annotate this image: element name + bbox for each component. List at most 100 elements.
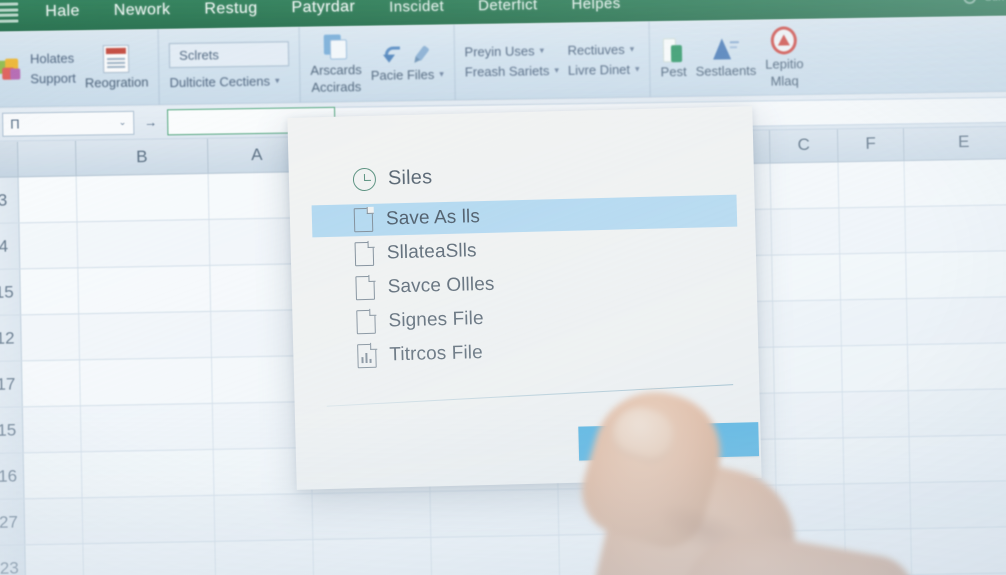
freash-sariets-dropdown[interactable]: Freash Sariets ▾ — [465, 63, 559, 79]
account-avatar-icon — [963, 0, 977, 5]
column-header-f[interactable]: F — [837, 125, 905, 162]
cell[interactable] — [431, 535, 561, 575]
cell[interactable] — [18, 176, 78, 223]
cell[interactable] — [841, 345, 909, 392]
ribbon: Hale Nework Restug Patyrdar Inscidet Det… — [0, 0, 1006, 108]
row-header[interactable]: 23 — [0, 545, 27, 575]
cell[interactable] — [771, 208, 841, 255]
cell[interactable] — [906, 250, 1006, 299]
blue-a-icon — [712, 37, 739, 61]
tab-patyrdar[interactable]: Patyrdar — [274, 0, 372, 17]
cell[interactable] — [908, 388, 1006, 437]
tab-helpes[interactable]: Helpes — [554, 0, 637, 13]
tab-nework[interactable]: Nework — [97, 1, 188, 20]
cell[interactable] — [76, 173, 210, 222]
row-header[interactable]: 4 — [0, 223, 21, 269]
row-header[interactable]: 16 — [0, 453, 25, 499]
cell[interactable] — [773, 346, 843, 393]
sclrets-field[interactable]: Sclrets — [168, 41, 290, 69]
name-box-value: Π — [10, 116, 20, 132]
cell[interactable] — [19, 222, 79, 269]
cell[interactable] — [78, 265, 212, 314]
cell[interactable] — [24, 498, 84, 545]
rectiuves-dropdown[interactable]: Rectiuves ▾ — [567, 42, 639, 58]
cell[interactable] — [20, 268, 80, 315]
cell[interactable] — [841, 299, 908, 346]
account-area[interactable]: Sun — [963, 0, 1005, 5]
preyin-uses-dropdown[interactable]: Preyin Uses ▾ — [464, 43, 558, 59]
cell[interactable] — [909, 434, 1006, 483]
cell[interactable] — [80, 403, 214, 452]
file-icon — [353, 206, 374, 233]
livre-dinet-label: Livre Dinet — [567, 61, 631, 78]
cell[interactable] — [910, 480, 1006, 529]
cell[interactable] — [907, 342, 1006, 391]
cell[interactable] — [81, 449, 215, 498]
arscards-button[interactable]: Arscards Accirads — [310, 33, 362, 95]
chevron-down-icon[interactable]: ⌄ — [119, 117, 127, 128]
ribbon-body: Holates Support Reogration Sclrets Dulti… — [0, 15, 1006, 108]
dulticite-dropdown[interactable]: Dulticite Cectiens ▾ — [169, 73, 289, 91]
cell[interactable] — [905, 204, 1006, 253]
chevron-down-icon: ▾ — [629, 43, 635, 54]
cell[interactable] — [312, 491, 432, 540]
row-header[interactable]: 27 — [0, 499, 26, 545]
tab-restug[interactable]: Restug — [187, 0, 274, 19]
menu-item-label: Savce Ollles — [387, 273, 495, 298]
menu-item-label: SllateaSlls — [386, 240, 477, 264]
cell[interactable] — [82, 495, 216, 544]
clipboard-labels[interactable]: Holates Support — [30, 51, 76, 87]
cell[interactable] — [907, 296, 1006, 345]
cell[interactable] — [904, 158, 1006, 207]
cell[interactable] — [430, 489, 560, 537]
tab-hale[interactable]: Hale — [28, 2, 97, 21]
column-header-e[interactable]: E — [903, 122, 1006, 161]
row-header[interactable]: 12 — [0, 315, 23, 361]
paste-icon[interactable] — [0, 58, 21, 80]
reogration-button[interactable]: Reogration — [84, 44, 149, 90]
cell[interactable] — [22, 360, 81, 407]
cell[interactable] — [77, 219, 211, 268]
cell[interactable] — [770, 162, 840, 209]
app-menu-icon[interactable] — [0, 2, 19, 23]
cell[interactable] — [25, 544, 85, 575]
cell[interactable] — [773, 300, 842, 347]
cell[interactable] — [839, 207, 907, 254]
lepitio-button[interactable]: Lepitio Mlaq — [765, 25, 804, 89]
cell[interactable] — [83, 541, 217, 575]
ribbon-group-files: Arscards Accirads Pacie Files ▾ — [299, 24, 456, 103]
cell[interactable] — [22, 406, 82, 453]
cell[interactable] — [840, 253, 908, 300]
cell[interactable] — [313, 537, 433, 575]
cell[interactable] — [215, 540, 315, 575]
cell[interactable] — [21, 314, 80, 361]
lepitio-label: Lepitio — [765, 55, 804, 72]
function-icon[interactable]: → — [144, 114, 157, 129]
column-header-c[interactable]: C — [769, 126, 839, 163]
row-header[interactable]: 15 — [0, 269, 22, 315]
column-header[interactable] — [17, 140, 77, 177]
tab-deterfict[interactable]: Deterfict — [461, 0, 555, 14]
sections-stack: Sclrets Dulticite Cectiens ▾ — [168, 41, 290, 91]
pacie-files-button[interactable]: Pacie Files ▾ — [370, 43, 444, 83]
cell[interactable] — [80, 357, 213, 406]
cell[interactable] — [214, 494, 314, 541]
row-header[interactable]: 3 — [0, 177, 20, 223]
column-header-b[interactable]: B — [75, 137, 209, 176]
cell[interactable] — [911, 526, 1006, 575]
cell[interactable] — [79, 311, 212, 360]
cell[interactable] — [23, 452, 83, 499]
sestlaents-button[interactable]: Sestlaents — [695, 37, 756, 79]
tab-inscidet[interactable]: Inscidet — [372, 0, 461, 15]
cell[interactable] — [772, 254, 842, 301]
account-label: Sun — [985, 0, 1005, 3]
cell[interactable] — [838, 161, 906, 208]
pest-button[interactable]: Pest — [660, 38, 687, 79]
select-all-corner[interactable] — [0, 141, 19, 177]
dialog-header: Siles — [352, 166, 433, 192]
row-header[interactable]: 17 — [0, 361, 23, 407]
row-header[interactable]: 15 — [0, 407, 24, 453]
livre-dinet-dropdown[interactable]: Livre Dinet ▾ — [568, 62, 640, 78]
chevron-down-icon: ▾ — [274, 75, 280, 86]
name-box[interactable]: Π ⌄ — [2, 110, 135, 137]
